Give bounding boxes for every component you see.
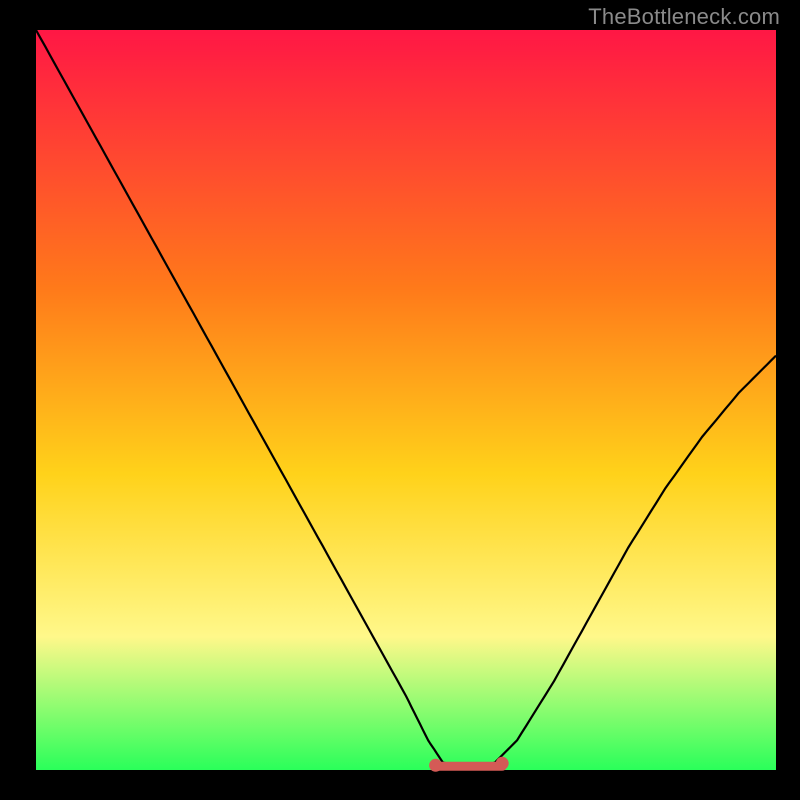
watermark-text: TheBottleneck.com	[588, 4, 780, 30]
optimal-range-start-dot	[429, 759, 442, 772]
optimal-range-end-dot	[496, 757, 509, 770]
plot-background	[36, 30, 776, 770]
bottleneck-chart	[0, 0, 800, 800]
chart-frame: { "watermark": "TheBottleneck.com", "col…	[0, 0, 800, 800]
